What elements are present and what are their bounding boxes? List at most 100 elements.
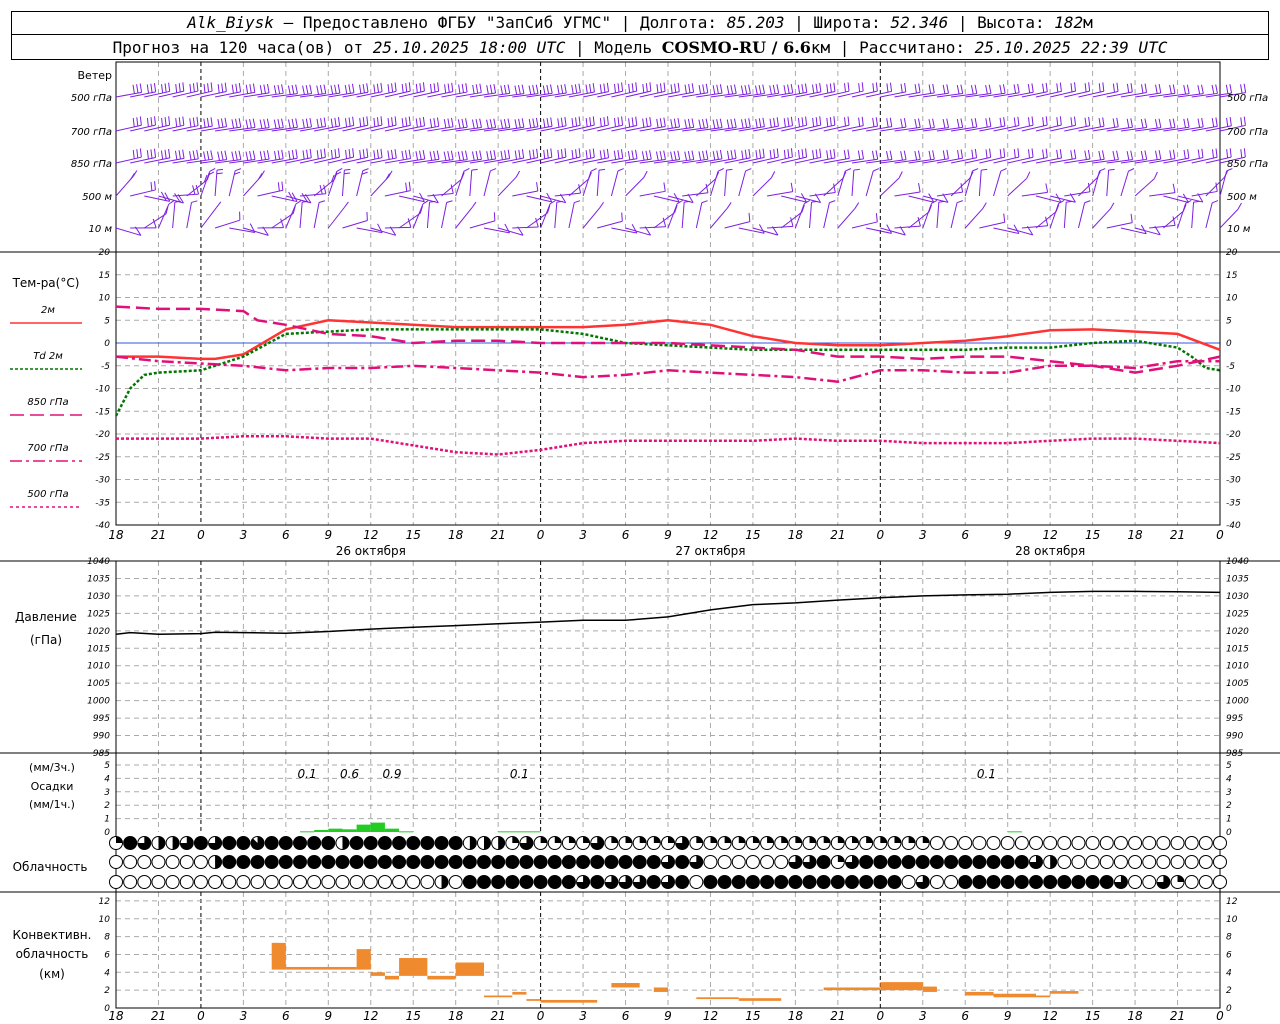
wind-barb-feather — [726, 168, 733, 171]
wind-barb-feather — [702, 84, 705, 94]
cloud-symbol — [420, 875, 435, 889]
wind-barb-feather — [518, 149, 521, 159]
cloud-symbol-fill — [477, 875, 491, 889]
cloud-symbol — [901, 875, 916, 889]
wind-barb-feather — [266, 150, 270, 160]
cloud-symbol-fill — [732, 875, 746, 889]
conv-cloud-bar — [653, 987, 668, 992]
wind-barb-feather — [273, 85, 277, 95]
wind-barb-feather — [1088, 82, 1091, 92]
wind-barb-feather — [546, 149, 549, 159]
cloud-symbol — [137, 875, 152, 889]
wind-barb — [993, 156, 1019, 164]
wind-barb-feather — [858, 83, 861, 92]
wind-barb-feather — [507, 118, 511, 128]
wind-level-label-right: 500 гПа — [1227, 93, 1268, 104]
wind-barb-feather — [320, 118, 323, 128]
wind-barb-feather — [471, 119, 475, 129]
wind-barb-feather — [571, 118, 574, 128]
wind-barb-feather — [302, 85, 305, 95]
wind-barb — [979, 125, 1005, 132]
wind-barb-feather — [1226, 117, 1229, 127]
wind-barb-feather — [1116, 117, 1119, 127]
wind-barb-feather — [305, 85, 309, 95]
wind-barb — [1191, 190, 1218, 197]
conv-cloud-bar — [611, 983, 640, 988]
wind-barb-feather — [1027, 83, 1031, 93]
wind-barb-feather — [585, 84, 588, 94]
cloud-symbol-fill — [449, 836, 463, 850]
wind-barb-feather — [343, 201, 349, 208]
wind-barb-feather — [216, 172, 223, 175]
x-tick-label: 6 — [282, 528, 290, 542]
wind-barb — [342, 220, 368, 229]
wind-barb-feather — [1172, 118, 1176, 128]
cloud-symbol — [1142, 855, 1157, 869]
wind-barb-feather — [146, 150, 149, 160]
temp-tick-left: -10 — [95, 385, 110, 395]
wind-barb-feather — [1211, 118, 1215, 128]
wind-barb-feather — [733, 118, 737, 128]
wind-barb-feather — [245, 84, 249, 94]
cloud-symbol-fill — [420, 836, 434, 850]
wind-barb-feather — [161, 117, 164, 127]
wind-barb-feather — [712, 151, 716, 161]
wind-barb-feather — [971, 118, 974, 128]
precip-tick-left: 0 — [104, 828, 110, 838]
wind-barb-feather — [146, 84, 149, 94]
cloud-symbol-fill — [534, 855, 548, 869]
wind-barb-feather — [302, 150, 305, 160]
wind-barb-feather — [974, 148, 978, 158]
wind-barb-feather — [956, 118, 960, 128]
cloud-symbol — [392, 875, 407, 889]
wind-barb-feather — [475, 150, 479, 161]
wind-barb — [1078, 90, 1104, 98]
wind-barb-feather — [928, 84, 932, 94]
cloud-symbol-fill — [887, 855, 901, 869]
conv-tick-right: 2 — [1226, 986, 1232, 996]
precip-bar — [384, 828, 400, 832]
wind-barb-feather — [1045, 148, 1048, 158]
wind-barb — [469, 170, 473, 197]
wind-barb-feather — [790, 182, 794, 192]
wind-barb-feather — [783, 118, 786, 128]
cloud-symbol — [1184, 855, 1199, 869]
x-tick-label: 15 — [406, 528, 421, 542]
wind-barb — [1134, 178, 1155, 197]
wind-barb-feather — [861, 82, 864, 92]
wind-barb-feather — [776, 117, 779, 127]
cloud-symbol — [179, 875, 194, 889]
cloud-symbol-fill — [803, 875, 817, 889]
temp-tick-left: -20 — [95, 430, 110, 440]
wind-barb-feather — [797, 149, 800, 159]
wind-barb-feather — [971, 149, 974, 159]
wind-barb-feather — [443, 151, 447, 161]
wind-barb-feather — [1031, 116, 1034, 126]
wind-barb-feather — [903, 150, 907, 160]
wind-barb-feather — [150, 149, 153, 159]
wind-barb-feather — [458, 84, 461, 94]
wind-barb-feather — [815, 83, 818, 93]
wind-barb-feather — [457, 119, 461, 129]
wind-barb-feather — [801, 117, 804, 127]
wind-barb-feather — [621, 82, 624, 92]
wind-barb-feather — [1144, 83, 1148, 93]
wind-barb-feather — [164, 83, 167, 93]
wind-barb-feather — [875, 117, 879, 127]
conv-cloud-bar — [965, 991, 994, 996]
wind-barb-feather — [621, 116, 624, 126]
cloud-symbol-fill — [894, 836, 901, 843]
wind-barb-feather — [543, 118, 546, 128]
wind-barb-feather — [1066, 200, 1073, 203]
wind-barb-feather — [812, 117, 815, 127]
wind-barb-feather — [684, 84, 687, 94]
wind-barb-feather — [875, 213, 878, 222]
wind-barb-feather — [192, 117, 195, 127]
wind-barb-feather — [390, 149, 394, 159]
wind-barb-feather — [220, 151, 224, 161]
wind-barb-feather — [1158, 84, 1162, 94]
x-tick-label: 21 — [1170, 528, 1185, 542]
wind-barb — [186, 202, 192, 229]
wind-barb-feather — [220, 118, 224, 128]
wind-barb-feather — [359, 150, 362, 159]
